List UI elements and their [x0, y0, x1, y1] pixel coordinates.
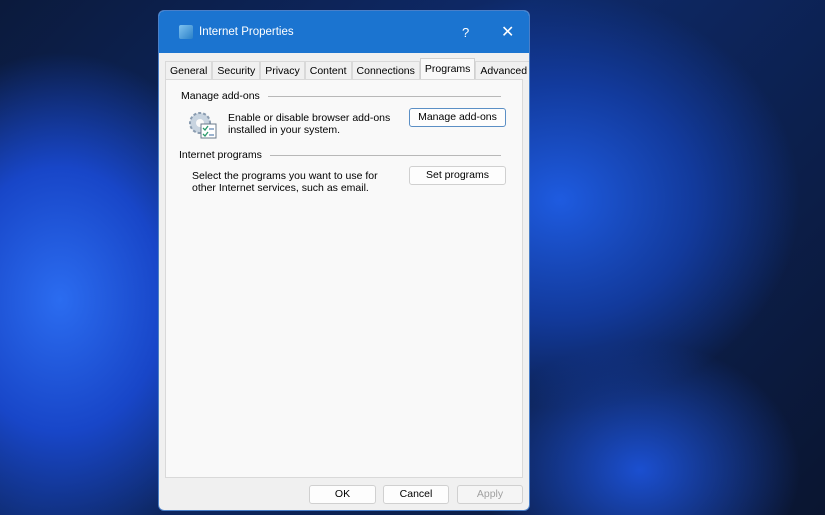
title-bar: Internet Properties ? ✕ [159, 11, 529, 53]
help-button[interactable]: ? [462, 25, 469, 40]
manage-addons-heading: Manage add-ons [181, 90, 260, 102]
manage-addons-group: Manage add-ons [181, 90, 501, 102]
addons-description: Enable or disable browser add-ons instal… [228, 112, 390, 136]
internet-properties-icon [179, 25, 193, 39]
programs-panel: Manage add-ons Enable or disable browser… [165, 79, 523, 478]
tab-security[interactable]: Security [212, 61, 261, 79]
cancel-button[interactable]: Cancel [383, 485, 449, 504]
internet-properties-dialog: Internet Properties ? ✕ General Security… [158, 10, 530, 511]
tab-connections[interactable]: Connections [351, 61, 420, 79]
tab-content[interactable]: Content [304, 61, 352, 79]
tab-general[interactable]: General [165, 61, 213, 79]
tab-advanced[interactable]: Advanced [475, 61, 529, 79]
programs-description: Select the programs you want to use for … [192, 170, 378, 194]
addons-gear-icon [189, 112, 217, 139]
addons-desc-line1: Enable or disable browser add-ons [228, 112, 391, 124]
tab-programs[interactable]: Programs [419, 58, 476, 79]
set-programs-button[interactable]: Set programs [409, 166, 506, 185]
manage-addons-button[interactable]: Manage add-ons [409, 108, 506, 127]
ok-button[interactable]: OK [309, 485, 376, 504]
programs-desc-line1: Select the programs you want to use for [192, 170, 378, 182]
internet-programs-group: Internet programs [179, 149, 501, 161]
close-button[interactable]: ✕ [501, 22, 514, 42]
addons-desc-line2: installed in your system. [228, 124, 341, 136]
internet-programs-heading: Internet programs [179, 149, 262, 161]
apply-button[interactable]: Apply [457, 485, 523, 504]
programs-desc-line2: other Internet services, such as email. [192, 182, 369, 194]
tab-privacy[interactable]: Privacy [260, 61, 305, 79]
window-title: Internet Properties [199, 26, 294, 38]
tab-bar: General Security Privacy Content Connect… [165, 58, 529, 79]
